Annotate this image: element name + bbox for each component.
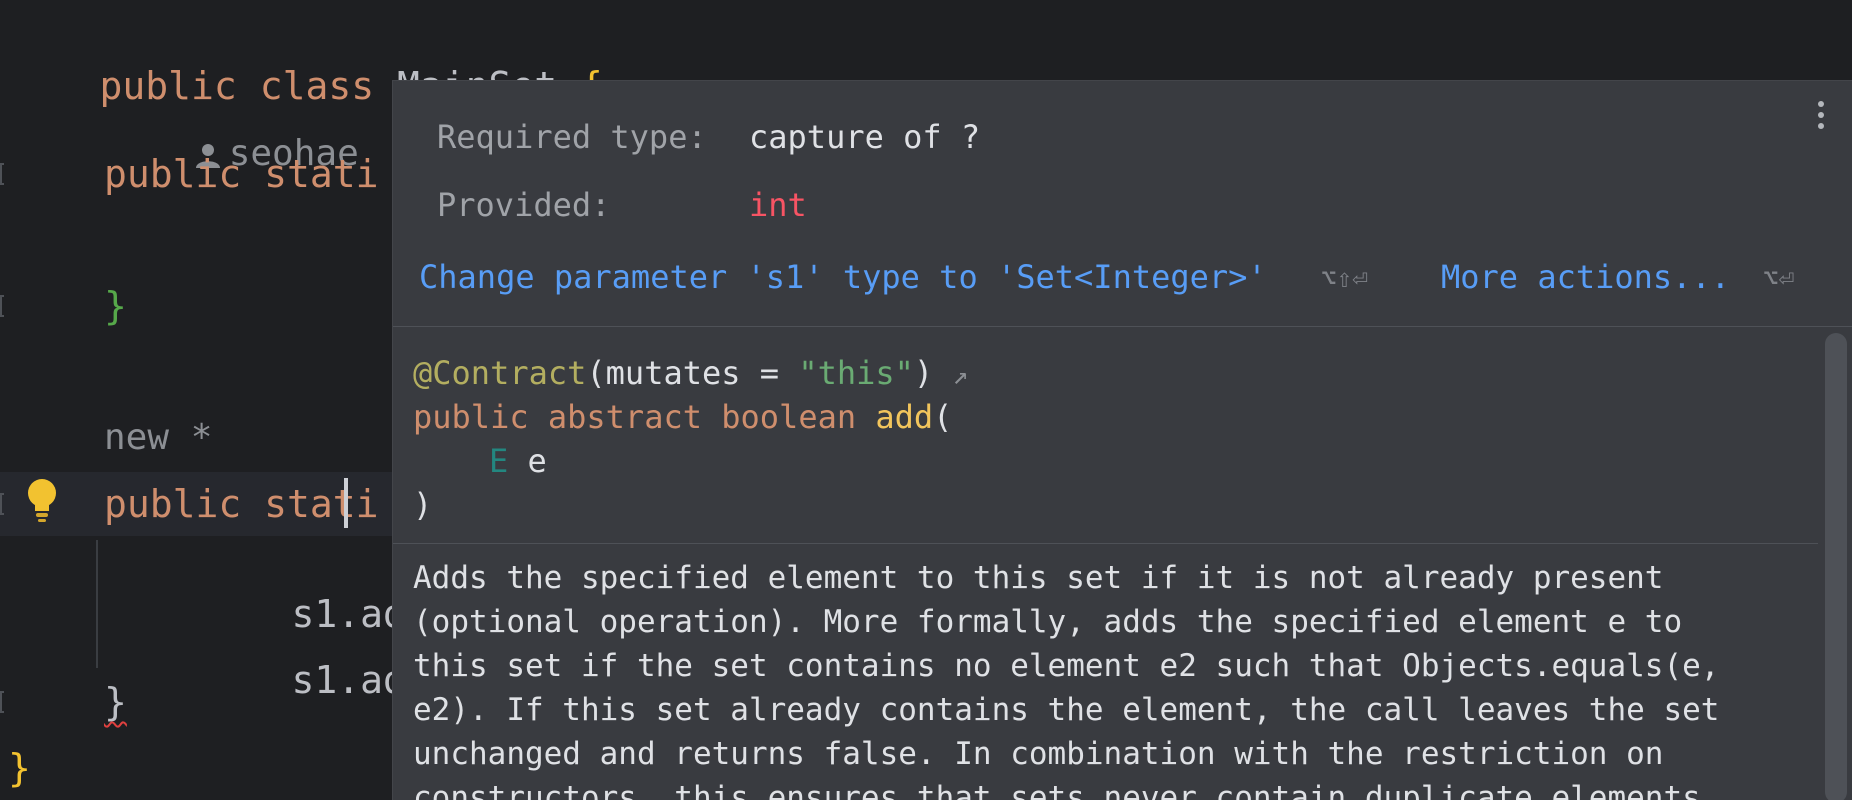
doc-text-line: unchanged and returns false. In combinat… — [413, 736, 1664, 772]
method-declaration-line-1[interactable]: public stati — [104, 152, 379, 196]
doc-text-line: Adds the specified element to this set i… — [413, 560, 1664, 596]
annotation-name: @Contract — [413, 354, 587, 392]
fold-marker[interactable] — [0, 163, 4, 185]
doc-description-panel[interactable]: Adds the specified element to this set i… — [393, 544, 1818, 800]
provided-type-value: int — [749, 186, 807, 224]
required-type-value: capture of ? — [749, 118, 981, 156]
param-type: E — [489, 442, 509, 480]
more-options-icon[interactable] — [1811, 101, 1831, 141]
required-type-label: Required type: — [437, 118, 707, 156]
doc-scrollbar-thumb[interactable] — [1825, 333, 1847, 800]
quick-fix-shortcut: ⌥⇧⏎ — [1321, 264, 1368, 294]
method-close-brace-error[interactable]: } — [104, 680, 127, 724]
method-close-brace: } — [104, 284, 127, 328]
doc-text-line: constructors, this ensures that sets nev… — [413, 780, 1720, 800]
doc-text-line: this set if the set contains no element … — [413, 648, 1720, 684]
param-name: e — [508, 442, 547, 480]
doc-annotation-line: @Contract(mutates = "this") ↗ — [413, 351, 968, 398]
provided-type-label: Provided: — [437, 186, 611, 224]
method-decl-text-a: public sta — [104, 482, 333, 526]
external-link-icon[interactable]: ↗ — [952, 361, 968, 391]
fold-marker[interactable] — [0, 691, 4, 713]
fold-marker[interactable] — [0, 493, 4, 515]
doc-close-paren: ) — [413, 486, 433, 524]
annotation-args: (mutates = — [586, 354, 799, 392]
more-actions-shortcut: ⌥⏎ — [1763, 264, 1795, 294]
quick-fix-link[interactable]: Change parameter 's1' type to 'Set<Integ… — [419, 257, 1267, 297]
method-declaration-line-2[interactable]: public stati — [104, 482, 379, 526]
text-caret — [344, 478, 348, 528]
class-close-brace: } — [8, 746, 31, 790]
annotation-string: "this" — [798, 354, 914, 392]
doc-signature-line: public abstract boolean add( — [413, 395, 952, 439]
doc-param-line: E e — [489, 439, 547, 483]
new-inlay-hint[interactable]: new * — [104, 416, 212, 460]
more-actions-link[interactable]: More actions... — [1441, 257, 1730, 297]
annotation-close: ) — [913, 354, 934, 392]
signature-modifiers: public abstract boolean — [413, 398, 876, 436]
doc-text-line: (optional operation). More formally, add… — [413, 604, 1683, 640]
signature-open-paren: ( — [933, 398, 953, 436]
indent-guide — [96, 540, 98, 668]
doc-text-line: e2). If this set already contains the el… — [413, 692, 1720, 728]
method-decl-text-b: ti — [332, 482, 379, 526]
lightbulb-icon[interactable] — [24, 477, 60, 523]
signature-method-name: add — [875, 398, 934, 436]
error-popup[interactable]: Required type: capture of ? Provided: in… — [392, 80, 1852, 800]
doc-signature-panel: @Contract(mutates = "this") ↗ public abs… — [393, 327, 1818, 547]
fold-marker[interactable] — [0, 295, 4, 317]
